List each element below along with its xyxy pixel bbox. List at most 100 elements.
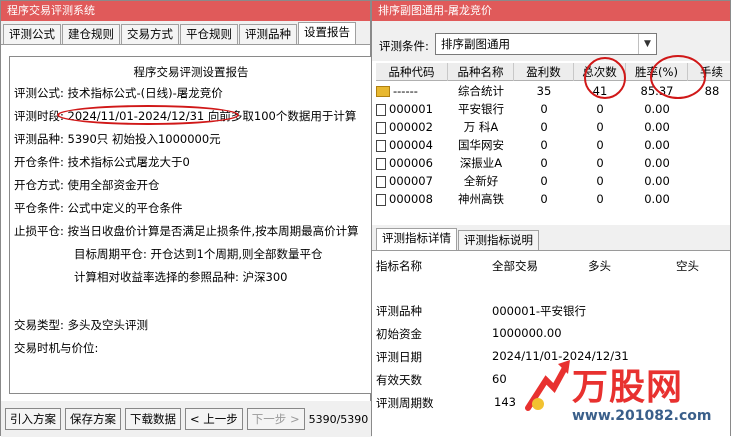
detail-col-short: 空头	[676, 259, 699, 273]
cell-fee	[688, 100, 730, 118]
cell-code: 000004	[376, 136, 448, 154]
cell-win-rate: 0.00	[644, 156, 670, 170]
tab-close-rules[interactable]: 平仓规则	[180, 24, 238, 44]
report-period: 评测时段: 2024/11/01-2024/12/31 向前多取100个数据用于…	[14, 109, 357, 123]
cell-code-text: 000001	[389, 102, 433, 116]
cell-fee	[688, 190, 730, 208]
cell-fee	[688, 172, 730, 190]
col-code[interactable]: 品种代码	[376, 63, 448, 81]
col-total[interactable]: 总次数	[574, 63, 626, 81]
col-profit[interactable]: 盈利数	[514, 63, 574, 81]
brand-url: www.201082.com	[572, 408, 712, 424]
condition-select[interactable]: 排序副图通用 ▼	[435, 33, 657, 55]
cell-name: 神州高铁	[458, 192, 504, 206]
detail-label-date: 评测日期	[376, 350, 422, 364]
checkbox-icon[interactable]	[376, 157, 386, 170]
brand-arrow-icon	[525, 360, 570, 411]
cell-win-rate: 85.37	[640, 84, 674, 98]
checkbox-icon[interactable]	[376, 139, 386, 152]
chevron-down-icon[interactable]: ▼	[638, 34, 656, 54]
cell-profit: 0	[540, 174, 548, 188]
cell-name: 平安银行	[458, 102, 504, 116]
col-name[interactable]: 品种名称	[448, 63, 514, 81]
tab-open-rules[interactable]: 建仓规则	[62, 24, 120, 44]
tab-report[interactable]: 设置报告	[298, 22, 356, 44]
detail-label-variety: 评测品种	[376, 304, 422, 318]
report-formula: 评测公式: 技术指标公式-(日线)-屠龙竞价	[14, 86, 223, 100]
cell-code: 000006	[376, 154, 448, 172]
cell-code-text: ------	[393, 84, 418, 98]
cell-name: 深振业A	[459, 156, 503, 170]
button-bar: 引入方案 保存方案 下载数据 < 上一步 下一步 > 5390/5390	[1, 401, 372, 437]
detail-label-capital: 初始资金	[376, 327, 422, 341]
cell-total: 0	[596, 156, 604, 170]
detail-value-variety: 000001-平安银行	[492, 304, 587, 318]
cell-total: 0	[596, 102, 604, 116]
tab-trade-method[interactable]: 交易方式	[121, 24, 179, 44]
evaluation-system-window: 程序交易评测系统 评测公式 建仓规则 交易方式 平仓规则 评测品种 设置报告 程…	[0, 0, 372, 437]
cell-profit: 0	[540, 102, 548, 116]
report-stop-loss: 止损平仓: 按当日收盘价计算是否满足止损条件,按本周期最高价计算	[14, 224, 359, 238]
download-data-button[interactable]: 下载数据	[125, 408, 181, 430]
cell-code: 000008	[376, 190, 448, 208]
col-win-rate[interactable]: 胜率(%)	[626, 63, 688, 81]
detail-tab-bar: 评测指标详情 评测指标说明	[372, 225, 730, 251]
cell-total: 0	[596, 192, 604, 206]
report-trade-type: 交易类型: 多头及空头评测	[14, 318, 149, 332]
detail-value-days: 60	[492, 372, 507, 386]
cell-name: 综合统计	[458, 84, 504, 98]
condition-bar: 评测条件: 排序副图通用 ▼	[372, 21, 730, 61]
cell-code: 000001	[376, 100, 448, 118]
detail-label-days: 有效天数	[376, 373, 422, 387]
cell-fee	[688, 118, 730, 136]
prev-step-button[interactable]: < 上一步	[185, 408, 243, 430]
detail-col-all: 全部交易	[492, 259, 538, 273]
condition-label: 评测条件:	[379, 39, 429, 53]
table-row[interactable]: 000002 万 科A 0 0 0.00	[376, 118, 730, 136]
checkbox-icon[interactable]	[376, 175, 386, 188]
cell-code: ------	[376, 82, 448, 100]
detail-label-periods: 评测周期数	[376, 396, 434, 410]
cell-win-rate: 0.00	[644, 174, 670, 188]
table-row[interactable]: ------ 综合统计 35 41 85.37 88	[376, 82, 730, 100]
next-step-button[interactable]: 下一步 >	[246, 408, 305, 430]
tab-varieties[interactable]: 评测品种	[239, 24, 297, 44]
detail-value-capital: 1000000.00	[492, 326, 562, 340]
save-scheme-button[interactable]: 保存方案	[65, 408, 121, 430]
report-close-condition: 平仓条件: 公式中定义的平仓条件	[14, 201, 183, 215]
cell-profit: 35	[536, 84, 552, 98]
cell-win-rate: 0.00	[644, 102, 670, 116]
cell-code-text: 000008	[389, 192, 433, 206]
table-row[interactable]: 000008 神州高铁 0 0 0.00	[376, 190, 730, 208]
col-fee[interactable]: 手续	[688, 63, 730, 81]
cell-profit: 0	[540, 192, 548, 206]
cell-win-rate: 0.00	[644, 192, 670, 206]
window-title: 程序交易评测系统	[1, 1, 370, 21]
checkbox-icon[interactable]	[376, 121, 386, 134]
brand-logo-text: 万股网	[572, 367, 684, 408]
report-panel: 程序交易评测设置报告 评测公式: 技术指标公式-(日线)-屠龙竞价 评测时段: …	[9, 56, 372, 394]
cell-name: 全新好	[463, 174, 499, 188]
tab-indicator-details[interactable]: 评测指标详情	[376, 228, 457, 250]
tab-indicator-help[interactable]: 评测指标说明	[458, 230, 539, 250]
cell-profit: 0	[540, 156, 548, 170]
cell-profit: 0	[540, 138, 548, 152]
tab-formula[interactable]: 评测公式	[3, 24, 61, 44]
checkbox-icon[interactable]	[376, 193, 386, 206]
cell-code-text: 000002	[389, 120, 433, 134]
table-row[interactable]: 000004 国华网安 0 0 0.00	[376, 136, 730, 154]
cell-name: 万 科A	[463, 120, 499, 134]
results-window-title: 排序副图通用-屠龙竞价	[372, 1, 730, 21]
cell-name: 国华网安	[458, 138, 504, 152]
report-varieties: 评测品种: 5390只 初始投入1000000元	[14, 132, 221, 146]
checkbox-icon[interactable]	[376, 103, 386, 116]
cell-total: 0	[596, 174, 604, 188]
condition-select-value: 排序副图通用	[441, 37, 510, 51]
cell-win-rate: 0.00	[644, 120, 670, 134]
table-row[interactable]: 000007 全新好 0 0 0.00	[376, 172, 730, 190]
cell-profit: 0	[540, 120, 548, 134]
table-row[interactable]: 000001 平安银行 0 0 0.00	[376, 100, 730, 118]
cell-fee	[688, 136, 730, 154]
table-row[interactable]: 000006 深振业A 0 0 0.00	[376, 154, 730, 172]
import-scheme-button[interactable]: 引入方案	[5, 408, 61, 430]
